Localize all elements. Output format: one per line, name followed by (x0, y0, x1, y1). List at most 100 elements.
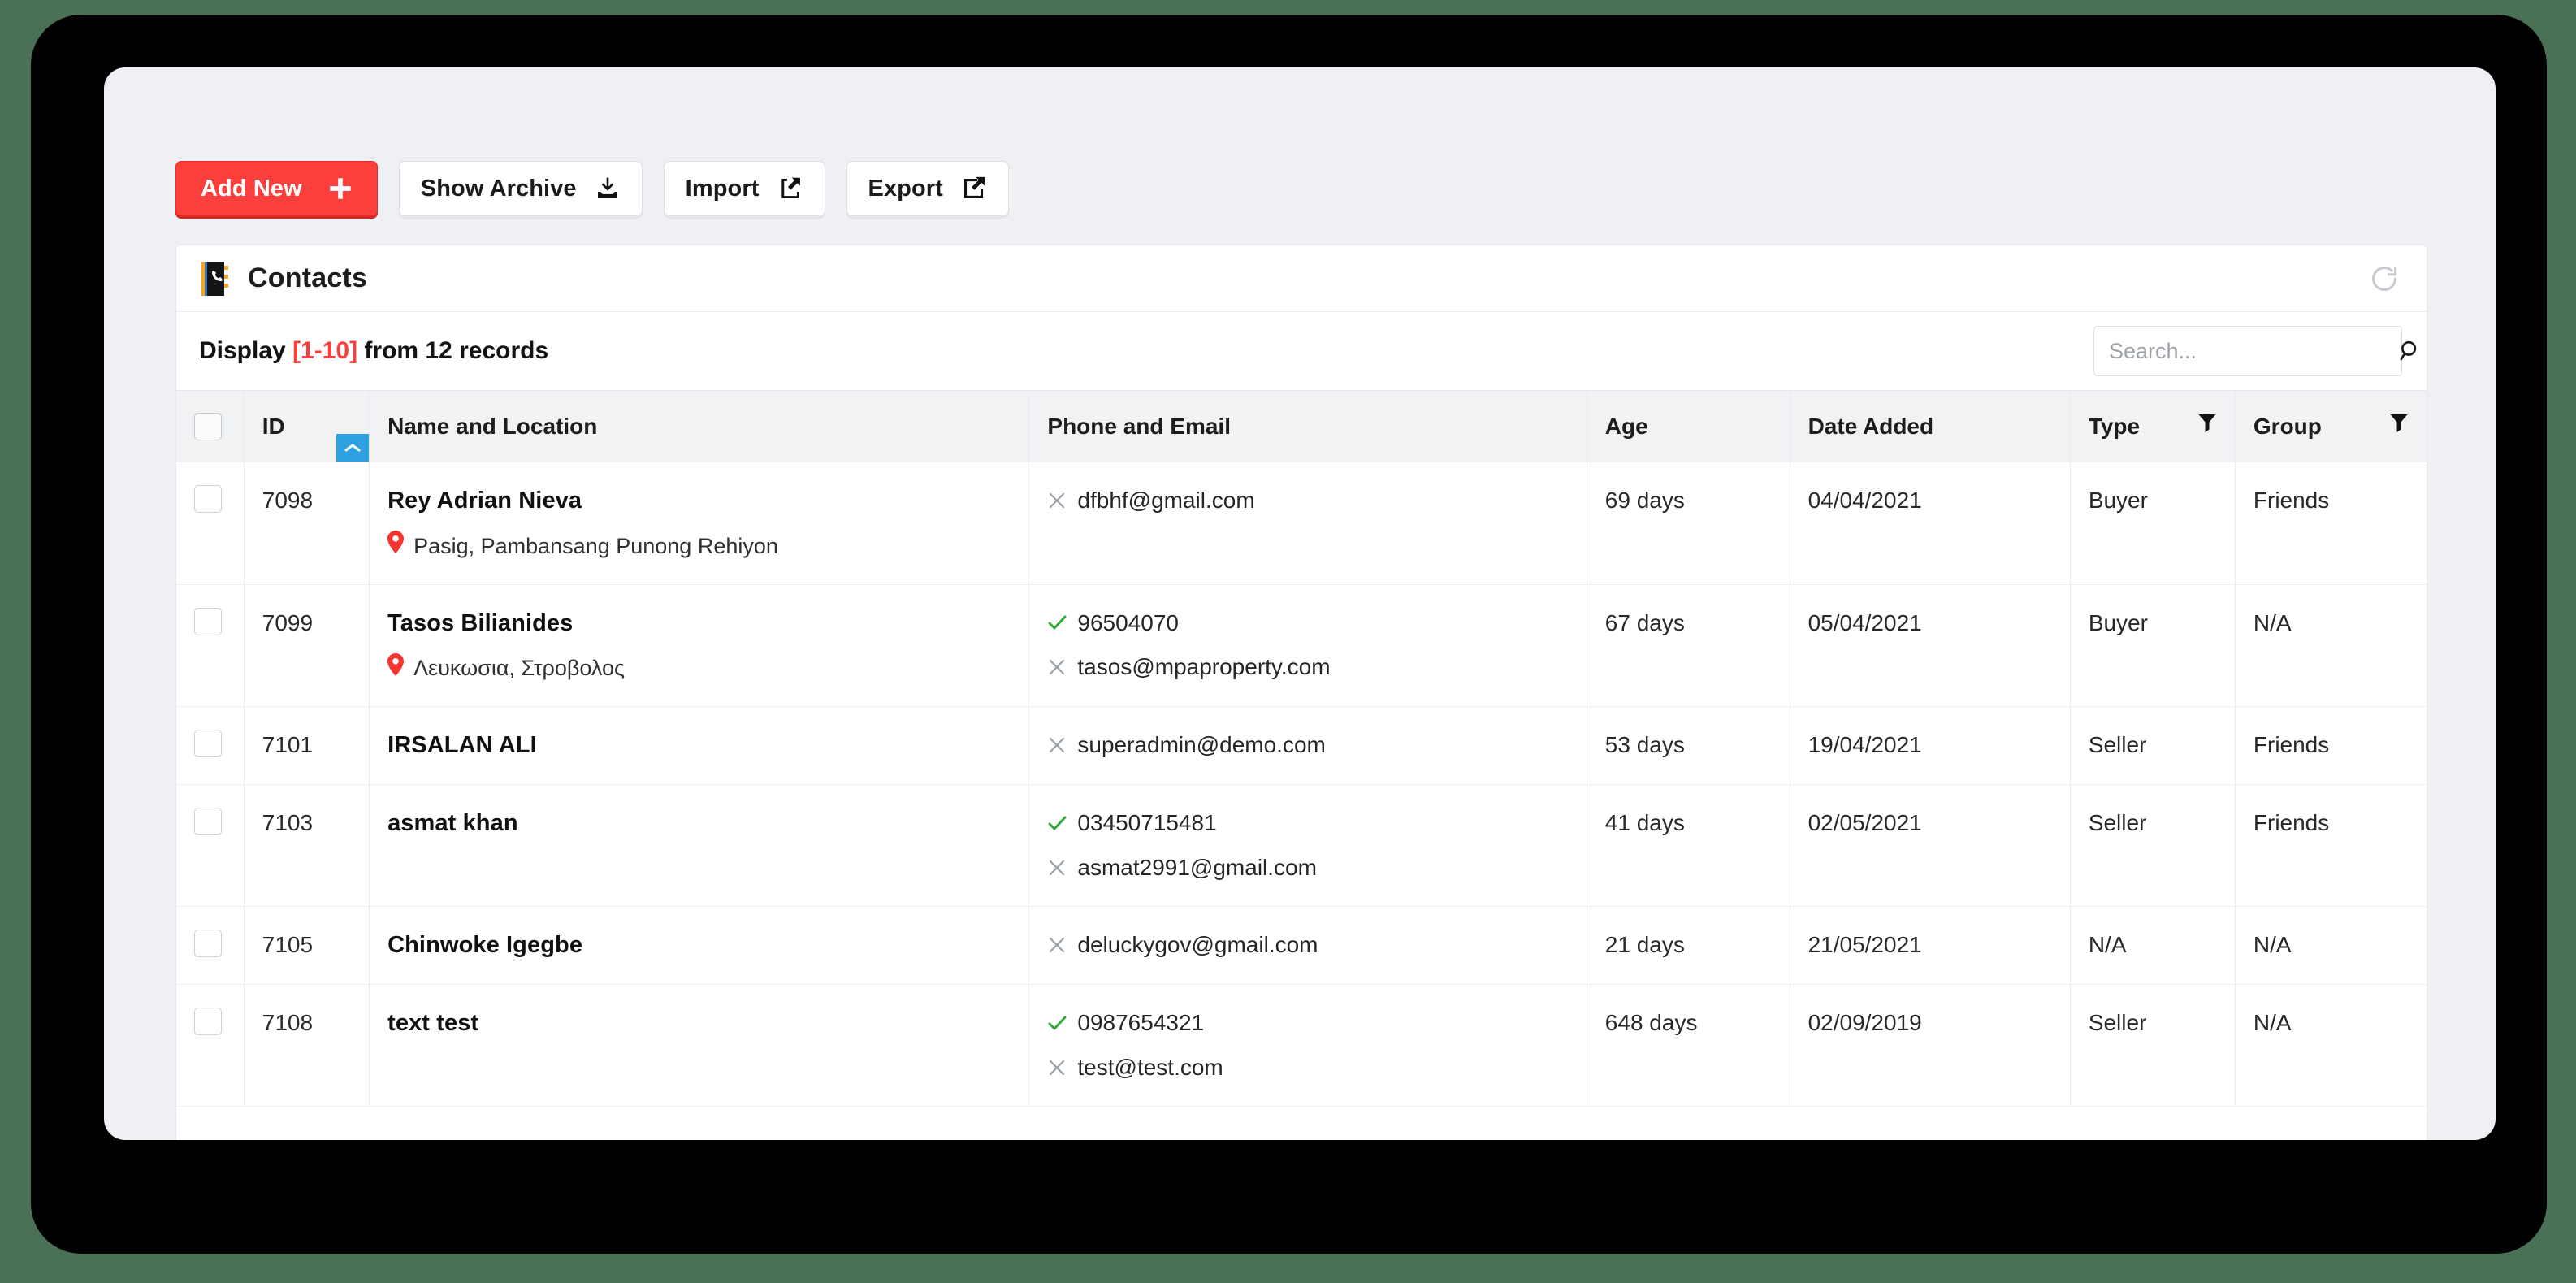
add-new-button[interactable]: Add New (175, 161, 378, 216)
column-label-id: ID (262, 413, 285, 439)
download-icon (595, 176, 621, 202)
row-select-cell[interactable] (176, 784, 245, 907)
select-all-checkbox[interactable] (194, 412, 222, 440)
phone-text: 96504070 (1077, 609, 1179, 635)
valid-check-icon (1047, 1013, 1067, 1033)
email-text: dfbhf@gmail.com (1077, 488, 1255, 513)
import-label: Import (685, 175, 760, 202)
row-checkbox[interactable] (194, 607, 222, 635)
column-header-date-added[interactable]: Date Added (1790, 390, 2071, 462)
cell-group: N/A (2235, 906, 2427, 986)
invalid-x-icon (1047, 491, 1067, 510)
location-text: Pasig, Pambansang Punong Rehiyon (413, 533, 778, 558)
sort-ascending-icon[interactable] (336, 434, 370, 462)
column-header-group[interactable]: Group (2235, 390, 2427, 462)
table-row[interactable]: 7108 text test 0987654321 test@test.com … (176, 984, 2427, 1107)
import-button[interactable]: Import (663, 161, 825, 216)
export-button[interactable]: Export (846, 161, 1009, 216)
cell-age: 21 days (1587, 906, 1790, 986)
column-header-type[interactable]: Type (2070, 390, 2236, 462)
row-select-cell[interactable] (176, 906, 245, 986)
row-checkbox[interactable] (194, 730, 222, 758)
add-new-label: Add New (201, 175, 302, 202)
row-select-cell[interactable] (176, 706, 245, 786)
cell-id: 7101 (244, 706, 370, 786)
page-surface: Add New Show Archive Import Export Conta… (104, 67, 2496, 1140)
show-archive-button[interactable]: Show Archive (398, 161, 643, 216)
filter-icon-type[interactable] (2197, 413, 2217, 440)
toolbar: Add New Show Archive Import Export (175, 161, 1009, 216)
cell-phone-and-email: deluckygov@gmail.com (1028, 906, 1587, 986)
email-line: superadmin@demo.com (1047, 730, 1568, 761)
card-header: Contacts (176, 245, 2427, 312)
contact-name: asmat khan (387, 810, 518, 837)
column-header-age[interactable]: Age (1587, 390, 1790, 462)
display-range: [1-10] (292, 337, 358, 364)
email-text: asmat2991@gmail.com (1077, 855, 1317, 881)
email-text: deluckygov@gmail.com (1077, 931, 1318, 957)
contact-name: Rey Adrian Nieva (387, 488, 582, 514)
cell-phone-and-email: superadmin@demo.com (1028, 706, 1587, 786)
column-label-date: Date Added (1808, 413, 1934, 439)
column-label-type: Type (2088, 413, 2141, 439)
column-header-name-and-location[interactable]: Name and Location (369, 390, 1030, 462)
row-checkbox[interactable] (194, 929, 222, 957)
email-text: tasos@mpaproperty.com (1077, 654, 1331, 680)
location-text: Λευκωσια, Στροβολος (413, 656, 626, 681)
table-row[interactable]: 7105 Chinwoke Igegbe deluckygov@gmail.co… (176, 906, 2427, 986)
column-header-phone-and-email[interactable]: Phone and Email (1028, 390, 1587, 462)
search-input[interactable] (2109, 338, 2396, 364)
cell-type: Seller (2070, 984, 2236, 1107)
contact-name: Tasos Bilianides (387, 609, 574, 636)
valid-check-icon (1047, 613, 1067, 632)
page-title: Contacts (248, 262, 368, 293)
cell-age: 69 days (1587, 462, 1790, 585)
row-checkbox[interactable] (194, 1008, 222, 1036)
cell-type: Seller (2070, 706, 2236, 786)
display-suffix: from 12 records (357, 337, 549, 364)
table-row[interactable]: 7098 Rey Adrian Nieva Pasig, Pambansang … (176, 462, 2427, 585)
cell-phone-and-email: 03450715481 asmat2991@gmail.com (1028, 784, 1587, 907)
cell-group: Friends (2235, 462, 2427, 585)
cell-age: 67 days (1587, 584, 1790, 708)
cell-name-and-location: text test (369, 984, 1030, 1107)
export-label: Export (868, 175, 943, 202)
cell-type: Seller (2070, 784, 2236, 907)
row-select-cell[interactable] (176, 462, 245, 585)
phone-text: 03450715481 (1077, 810, 1217, 836)
contacts-table: ID Name and Location Phone and Email Age… (176, 390, 2427, 1107)
contact-name: Chinwoke Igegbe (387, 931, 583, 958)
row-select-cell[interactable] (176, 984, 245, 1107)
row-checkbox[interactable] (194, 808, 222, 836)
table-row[interactable]: 7099 Tasos Bilianides Λευκωσια, Στροβολο… (176, 584, 2427, 708)
row-select-cell[interactable] (176, 584, 245, 708)
row-checkbox[interactable] (194, 485, 222, 513)
table-row[interactable]: 7103 asmat khan 03450715481 asmat2991@gm… (176, 784, 2427, 907)
column-header-id[interactable]: ID (244, 390, 370, 462)
filter-icon-group[interactable] (2389, 413, 2409, 440)
phone-text: 0987654321 (1077, 1010, 1205, 1036)
column-header-select-all[interactable] (176, 390, 245, 462)
search-icon[interactable] (2396, 337, 2424, 365)
phone-line: 03450715481 (1047, 808, 1568, 839)
cell-group: N/A (2235, 984, 2427, 1107)
cell-id: 7105 (244, 906, 370, 986)
cell-date-added: 05/04/2021 (1790, 584, 2071, 708)
show-archive-label: Show Archive (420, 175, 577, 202)
cell-date-added: 19/04/2021 (1790, 706, 2071, 786)
plus-icon (327, 175, 354, 202)
cell-group: Friends (2235, 706, 2427, 786)
column-label-name: Name and Location (387, 413, 598, 439)
cell-type: Buyer (2070, 584, 2236, 708)
phone-line: 0987654321 (1047, 1008, 1568, 1038)
email-line: asmat2991@gmail.com (1047, 852, 1568, 883)
email-text: superadmin@demo.com (1077, 732, 1326, 758)
table-row[interactable]: 7101 IRSALAN ALI superadmin@demo.com 53 … (176, 706, 2427, 786)
search-box[interactable] (2093, 326, 2417, 376)
invalid-x-icon (1047, 735, 1067, 755)
display-prefix: Display (199, 337, 293, 364)
refresh-icon[interactable] (2366, 261, 2402, 297)
export-icon (961, 176, 987, 202)
cell-id: 7099 (244, 584, 370, 708)
cell-date-added: 21/05/2021 (1790, 906, 2071, 986)
